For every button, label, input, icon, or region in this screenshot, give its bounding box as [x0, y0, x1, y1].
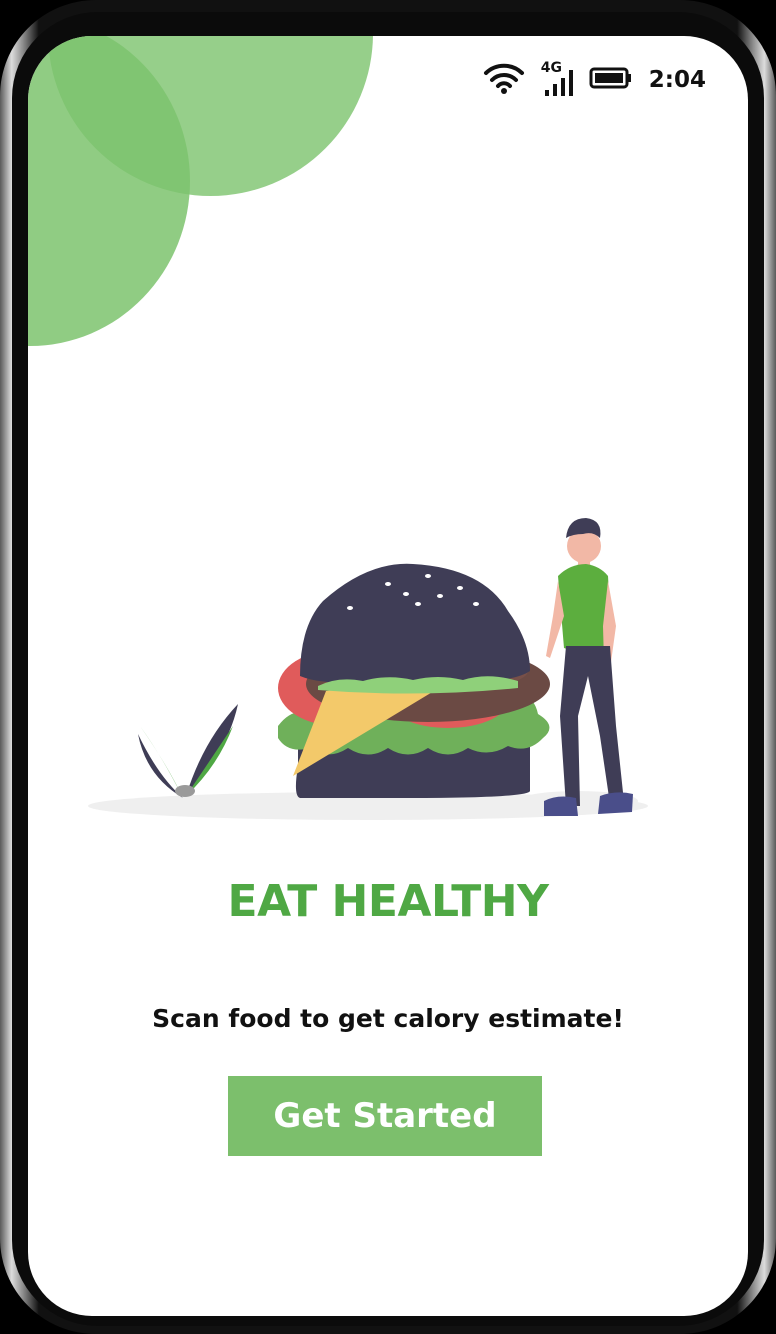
- wifi-icon: [483, 62, 525, 98]
- page-subtitle: Scan food to get calory estimate!: [152, 1004, 624, 1033]
- signal-icon: 4G: [535, 60, 579, 98]
- page-title: EAT HEALTHY: [227, 876, 549, 927]
- clock: 2:04: [648, 67, 706, 93]
- app-screen: 4G 2:04 EAT HEALTHY Scan food to get cal…: [28, 36, 748, 1316]
- burger-illustration: [88, 476, 668, 836]
- get-started-button[interactable]: Get Started: [228, 1076, 542, 1156]
- battery-icon: [589, 66, 633, 94]
- status-bar: 4G 2:04: [483, 60, 706, 98]
